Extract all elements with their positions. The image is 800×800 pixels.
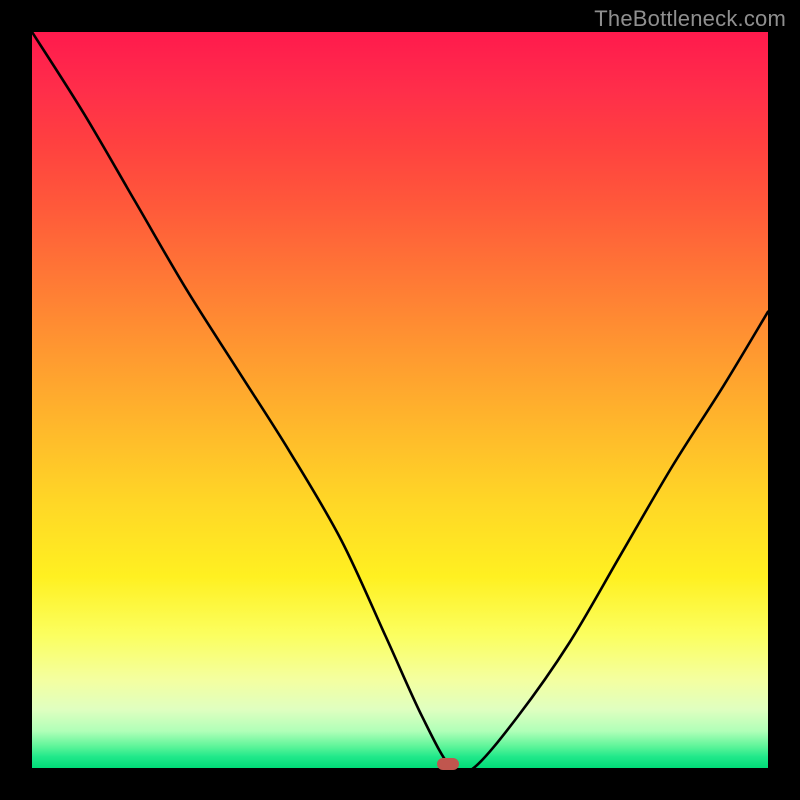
watermark-text: TheBottleneck.com xyxy=(594,6,786,32)
optimal-point-marker xyxy=(437,758,459,770)
chart-frame: TheBottleneck.com xyxy=(0,0,800,800)
bottleneck-curve xyxy=(32,32,768,768)
plot-area xyxy=(32,32,768,768)
